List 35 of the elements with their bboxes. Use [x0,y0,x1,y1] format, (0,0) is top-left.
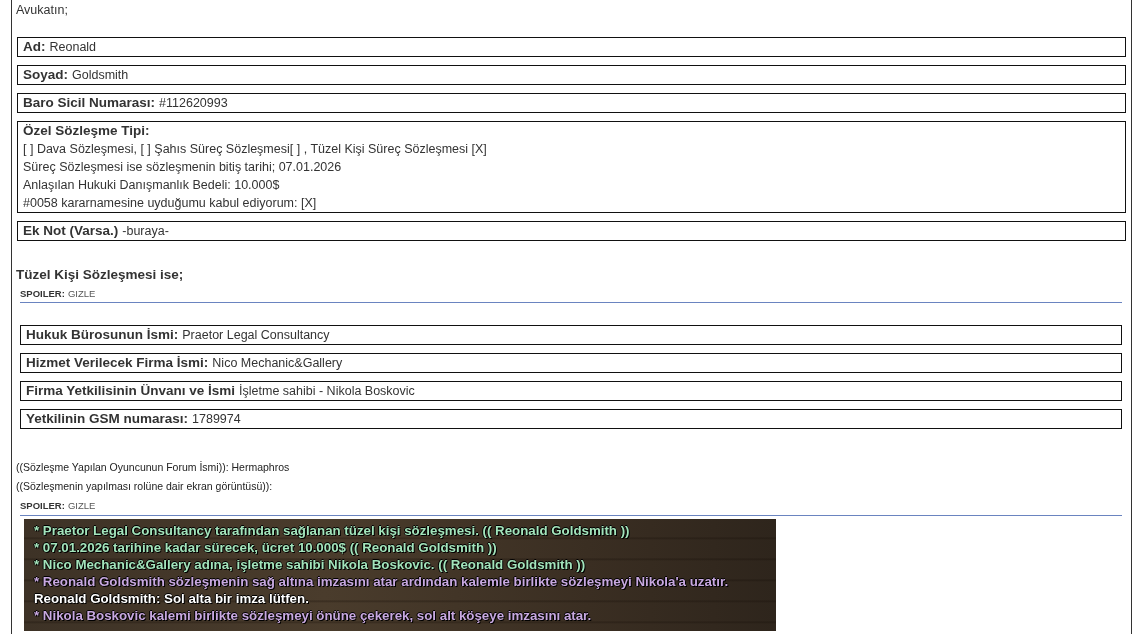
field-value: Goldsmith [72,67,129,84]
field-label: Yetkilinin GSM numarası: [26,410,189,428]
field-value: -buraya- [122,223,169,240]
chat-line: * Nikola Boskovic kalemi birlikte sözleşmeyi önüne çekerek, sol alt köşeye imzasını atar. [34,607,592,624]
spoiler-label: SPOILER: [20,288,65,300]
field-label: Hukuk Bürosunun İsmi: [26,326,179,344]
hide-toggle[interactable]: GIZLE [67,288,96,300]
field-value: Nico Mechanic&Gallery [212,355,343,372]
field-line: #0058 kararnamesine uyduğumu kabul ediyorum: [X] [23,195,317,212]
intro-text: Avukatın; [16,2,68,18]
field-value: İşletme sahibi - Nikola Boskovic [239,383,415,400]
spoiler-label: SPOILER: [20,500,65,512]
field-line: Anlaşılan Hukuki Danışmanlık Bedeli: 10.000$ [23,177,280,194]
chat-line: Reonald Goldsmith: Sol alta bir imza lütfen. [34,590,309,607]
chat-line: * 07.01.2026 tarihine kadar sürecek, ücret 10.000$ (( Reonald Goldsmith )) [34,539,497,556]
chat-line: * Reonald Goldsmith sözleşmenin sağ altına imzasını atar ardından kalemle birlikte sözleşmeyi Nikola'a uzatır. [34,573,729,590]
forum-text: ((Sözleşmenin yapılması rolüne dair ekran görüntüsü)): [16,479,273,494]
field-value: Reonald [49,39,97,56]
field-line: [ ] Dava Sözleşmesi, [ ] Şahıs Süreç Sözleşmesi[ ] , Tüzel Kişi Süreç Sözleşmesi [X] [23,141,487,158]
field-label: Hizmet Verilecek Firma İsmi: [26,354,209,372]
field-value: #112620993 [159,95,228,112]
field-label: Soyad: [23,66,68,83]
field-value: Praetor Legal Consultancy [182,327,330,344]
field-label: Ad: [23,38,46,55]
field-line: Süreç Sözleşmesi ise sözleşmenin bitiş tarihi; 07.01.2026 [23,159,342,176]
chat-line: * Praetor Legal Consultancy tarafından sağlanan tüzel kişi sözleşmesi. (( Reonald Goldsmith )) [34,522,630,539]
forum-text: ((Sözleşme Yapılan Oyuncunun Forum İsmi)): Hermaphros [16,460,290,475]
hide-toggle[interactable]: GIZLE [67,500,96,512]
field-label: Özel Sözleşme Tipi: [23,122,150,140]
field-label: Ek Not (Varsa.) [23,222,119,239]
section-heading: Tüzel Kişi Sözleşmesi ise; [16,267,184,283]
field-label: Baro Sicil Numarası: [23,94,156,111]
field-label: Firma Yetkilisinin Ünvanı ve İsmi [26,382,236,400]
field-value: 1789974 [192,411,241,428]
chat-line: * Nico Mechanic&Gallery adına, işletme sahibi Nikola Boskovic. (( Reonald Goldsmith )) [34,556,586,573]
